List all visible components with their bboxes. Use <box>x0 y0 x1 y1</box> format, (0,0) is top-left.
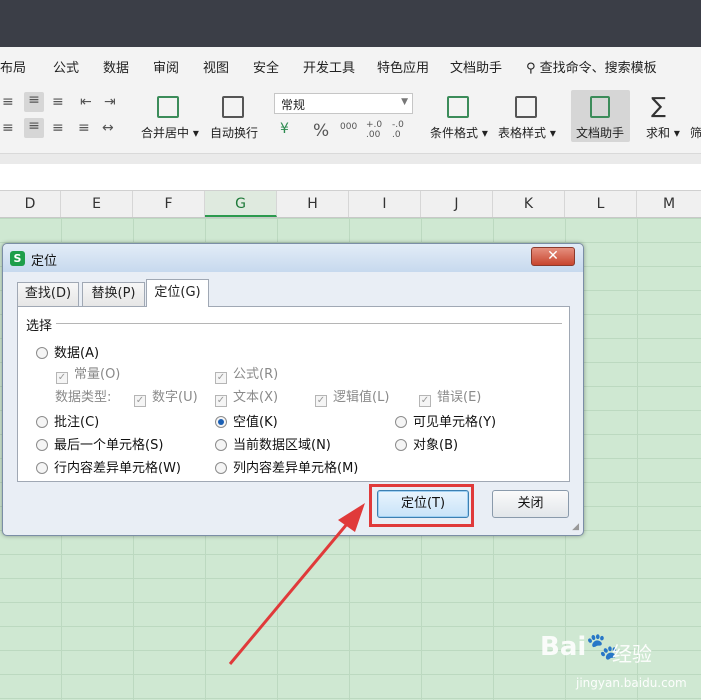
watermark-url: jingyan.baidu.com <box>576 676 687 690</box>
annotation-arrow <box>228 503 365 665</box>
arrow-shaft <box>228 517 354 665</box>
baidu-logo: Bai🐾 <box>540 632 619 662</box>
watermark-text: 经验 <box>612 642 652 666</box>
tab-goto[interactable]: 定位(G) <box>146 279 209 307</box>
